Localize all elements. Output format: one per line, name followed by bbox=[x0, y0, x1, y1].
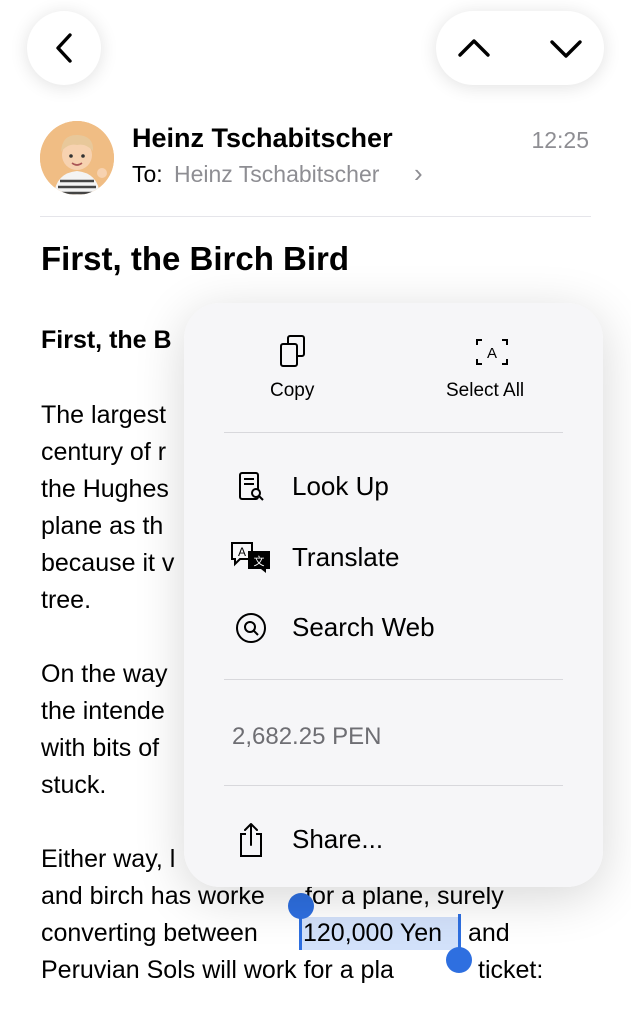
body-line: ticket: bbox=[478, 956, 544, 984]
search-web-icon bbox=[236, 613, 266, 643]
currency-conversion-result[interactable]: 2,682.25 PEN bbox=[232, 723, 381, 751]
message-time: 12:25 bbox=[531, 127, 589, 153]
recipient-name[interactable]: Heinz Tschabitscher bbox=[174, 161, 379, 188]
sender-name[interactable]: Heinz Tschabitscher bbox=[132, 123, 393, 154]
body-line: Either way, l bbox=[41, 845, 176, 873]
svg-text:文: 文 bbox=[254, 554, 265, 568]
body-line: converting between bbox=[41, 919, 258, 947]
body-line: stuck. bbox=[41, 771, 107, 799]
body-line: Peruvian Sols will work for a pla bbox=[41, 956, 394, 984]
selected-text[interactable]: 120,000 Yen bbox=[303, 919, 442, 948]
chevron-left-icon bbox=[56, 33, 72, 63]
copy-button[interactable]: Copy bbox=[270, 380, 314, 402]
body-line: the Hughes bbox=[41, 475, 169, 503]
body-line: the intende bbox=[41, 697, 165, 725]
share-button[interactable]: Share... bbox=[292, 824, 383, 855]
look-up-icon bbox=[239, 472, 264, 501]
body-line: because it v bbox=[41, 549, 175, 577]
body-line: plane as th bbox=[41, 512, 164, 540]
body-heading: First, the B bbox=[41, 326, 172, 354]
header-divider bbox=[40, 216, 591, 217]
message-navigation bbox=[436, 11, 604, 85]
menu-divider bbox=[224, 679, 563, 680]
body-line: century of r bbox=[41, 438, 167, 466]
chevron-up-icon[interactable] bbox=[436, 11, 520, 85]
translate-icon: A 文 bbox=[231, 542, 270, 573]
select-all-button[interactable]: Select All bbox=[446, 380, 524, 402]
avatar[interactable] bbox=[40, 121, 114, 195]
recipient-chevron-icon[interactable]: › bbox=[414, 158, 423, 189]
select-all-icon: A bbox=[476, 339, 508, 365]
body-line: and bbox=[468, 919, 510, 947]
chevron-down-icon[interactable] bbox=[520, 11, 604, 85]
body-line: On the way bbox=[41, 660, 168, 688]
email-subject: First, the Birch Bird bbox=[41, 240, 350, 277]
share-icon bbox=[240, 823, 262, 857]
context-menu: Copy A Select All Look Up A 文 Translate … bbox=[184, 303, 603, 887]
selection-start-caret bbox=[299, 906, 302, 950]
to-label: To: bbox=[132, 161, 163, 187]
back-button[interactable] bbox=[27, 11, 101, 85]
translate-button[interactable]: Translate bbox=[292, 542, 399, 573]
look-up-button[interactable]: Look Up bbox=[292, 471, 389, 502]
body-line: with bits of bbox=[41, 734, 160, 762]
menu-divider bbox=[224, 785, 563, 786]
svg-text:A: A bbox=[487, 345, 497, 362]
search-web-button[interactable]: Search Web bbox=[292, 612, 435, 643]
svg-text:A: A bbox=[238, 545, 246, 559]
selection-end-handle[interactable] bbox=[446, 947, 472, 973]
copy-icon bbox=[280, 335, 305, 367]
body-line: tree. bbox=[41, 586, 92, 614]
body-line: The largest bbox=[41, 401, 167, 429]
menu-divider bbox=[224, 432, 563, 433]
